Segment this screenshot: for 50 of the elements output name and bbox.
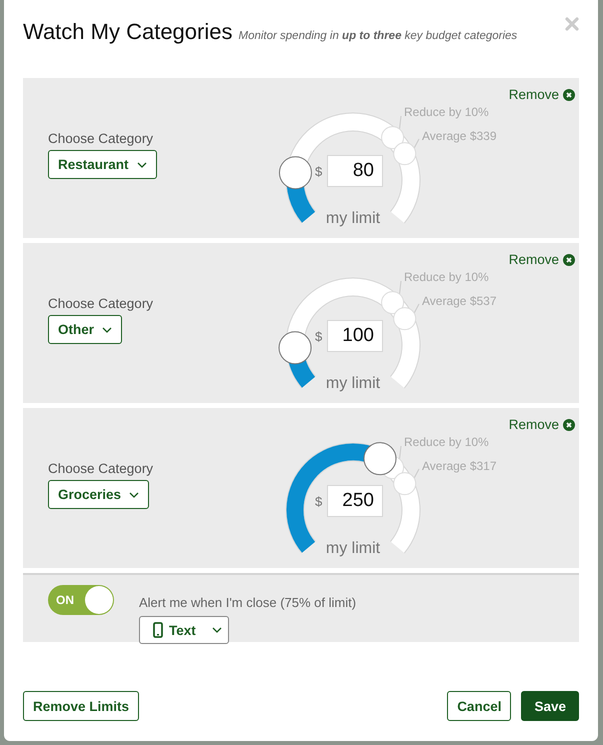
target-marker [381,291,404,314]
remove-link[interactable]: Remove [508,252,575,267]
limit-input[interactable]: 250 [327,485,383,517]
currency-symbol: $ [315,329,322,344]
limit-caption: my limit [326,210,380,227]
dialog-subtitle: Monitor spending in up to three key budget categories [238,30,518,42]
average-label: Average $537 [422,294,497,308]
slider-handle[interactable] [278,156,312,190]
leader-line [413,304,420,315]
average-label: Average $339 [422,129,497,143]
limit-input[interactable]: 80 [327,155,383,187]
slider-handle[interactable] [363,442,396,476]
remove-icon [563,254,575,266]
limit-caption: my limit [326,375,380,392]
slider-handle[interactable] [278,331,312,364]
reduce-label: Reduce by 10% [404,270,489,284]
remove-link[interactable]: Remove [508,87,575,102]
average-label: Average $317 [422,459,497,473]
field-label: Choose Category [48,296,154,311]
reduce-label: Reduce by 10% [404,105,489,119]
target-marker [393,142,416,166]
currency-symbol: $ [315,164,322,179]
alert-text: Alert me when I'm close (75% of limit) [139,595,356,610]
category-dropdown[interactable]: Other [48,315,122,344]
phone-icon [153,622,163,638]
target-marker [381,126,404,150]
chevron-icon [136,162,147,168]
target-marker [393,472,416,496]
currency-symbol: $ [315,494,322,509]
method-dropdown[interactable]: Text [139,616,229,644]
field-label: Choose Category [48,131,154,146]
target-marker [393,307,416,330]
limit-caption: my limit [326,540,380,557]
leader-line [413,138,420,150]
chevron-icon [102,326,112,332]
remove-limits-button[interactable]: Remove Limits [23,691,140,721]
reduce-label: Reduce by 10% [404,435,489,449]
leader-line [413,468,420,480]
remove-icon [563,88,575,100]
category-dropdown[interactable]: Groceries [48,480,150,509]
save-button[interactable]: Save [521,691,579,721]
remove-icon [563,418,575,430]
limit-input[interactable]: 100 [327,320,383,352]
field-label: Choose Category [48,461,154,476]
cancel-button[interactable]: Cancel [447,691,512,721]
chevron-icon [212,627,222,633]
dialog-title: Watch My Categories [23,19,232,45]
chevron-icon [129,492,140,498]
category-dropdown[interactable]: Restaurant [48,150,157,179]
remove-link[interactable]: Remove [508,417,575,432]
